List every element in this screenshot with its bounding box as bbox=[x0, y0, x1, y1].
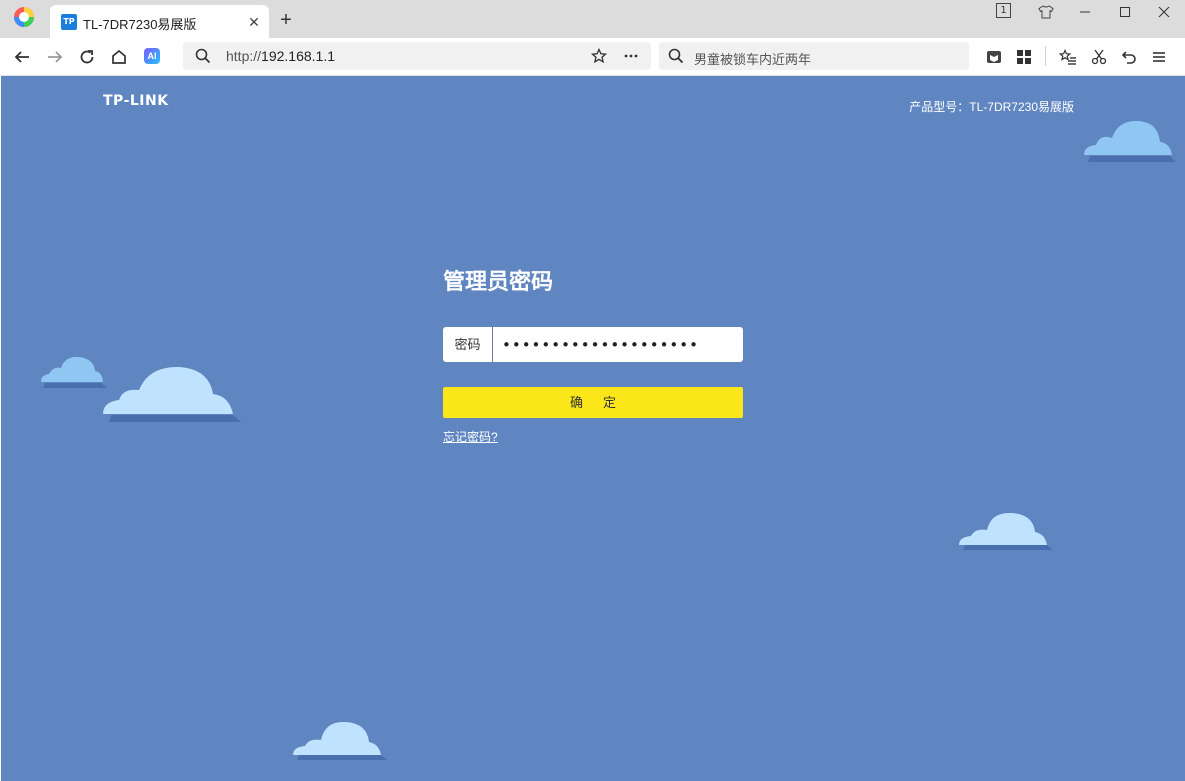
window-count-badge[interactable]: 1 bbox=[996, 3, 1011, 18]
router-login-page: TP-LINK 产品型号：TL-7DR7230易展版 管理员密码 密码 确定 忘… bbox=[1, 76, 1185, 781]
tab-title: TL-7DR7230易展版 bbox=[83, 17, 197, 32]
cloud-icon bbox=[293, 721, 387, 760]
forgot-password-link[interactable]: 忘记密码? bbox=[443, 428, 498, 445]
cloud-icon bbox=[1084, 120, 1176, 162]
cloud-icon bbox=[41, 356, 107, 388]
search-bar[interactable]: 男童被锁车内近两年 bbox=[659, 42, 969, 70]
url-host: 192.168.1.1 bbox=[261, 48, 335, 64]
undo-icon[interactable] bbox=[1119, 47, 1139, 67]
apps-grid-icon[interactable] bbox=[1014, 47, 1034, 67]
search-icon bbox=[193, 46, 213, 66]
bookmark-star-icon[interactable] bbox=[589, 46, 609, 66]
browser-tabbar: TP TL-7DR7230易展版 ✕ + 1 bbox=[0, 0, 1185, 38]
skin-shirt-icon[interactable] bbox=[1026, 0, 1066, 24]
close-window-icon[interactable] bbox=[1144, 0, 1184, 24]
new-tab-icon[interactable]: + bbox=[276, 10, 296, 30]
scissors-icon[interactable] bbox=[1089, 47, 1109, 67]
maximize-icon[interactable] bbox=[1105, 0, 1145, 24]
address-bar[interactable]: http://192.168.1.1 bbox=[183, 42, 651, 70]
toolbar-separator bbox=[1045, 46, 1046, 66]
cloud-icon bbox=[959, 512, 1053, 550]
password-input[interactable] bbox=[494, 327, 741, 362]
favorites-list-icon[interactable] bbox=[1058, 47, 1078, 67]
reader-mode-icon[interactable] bbox=[984, 47, 1004, 67]
minimize-icon[interactable] bbox=[1065, 0, 1105, 24]
url-text[interactable]: http://192.168.1.1 bbox=[226, 48, 335, 64]
tp-link-favicon-icon: TP bbox=[61, 14, 77, 30]
tp-link-logo: TP-LINK bbox=[103, 93, 169, 109]
login-title: 管理员密码 bbox=[443, 269, 554, 294]
menu-icon[interactable] bbox=[1149, 47, 1169, 67]
forward-arrow-icon[interactable] bbox=[45, 47, 65, 67]
tab-close-icon[interactable]: ✕ bbox=[246, 14, 262, 30]
product-model: 产品型号：TL-7DR7230易展版 bbox=[909, 100, 1074, 114]
reload-icon[interactable] bbox=[77, 47, 97, 67]
more-options-icon[interactable] bbox=[621, 46, 641, 66]
ai-assistant-icon[interactable]: AI bbox=[144, 48, 160, 64]
browser-tab[interactable]: TP TL-7DR7230易展版 ✕ bbox=[50, 5, 269, 38]
home-icon[interactable] bbox=[109, 47, 129, 67]
confirm-button[interactable]: 确定 bbox=[443, 387, 743, 418]
search-icon bbox=[666, 46, 686, 66]
cloud-icon bbox=[103, 366, 241, 422]
url-scheme: http:// bbox=[226, 48, 262, 64]
password-field[interactable]: 密码 bbox=[443, 327, 743, 362]
password-label: 密码 bbox=[443, 327, 493, 362]
back-arrow-icon[interactable] bbox=[12, 47, 32, 67]
browser-logo-icon[interactable] bbox=[12, 5, 36, 29]
search-placeholder: 男童被锁车内近两年 bbox=[694, 52, 812, 67]
